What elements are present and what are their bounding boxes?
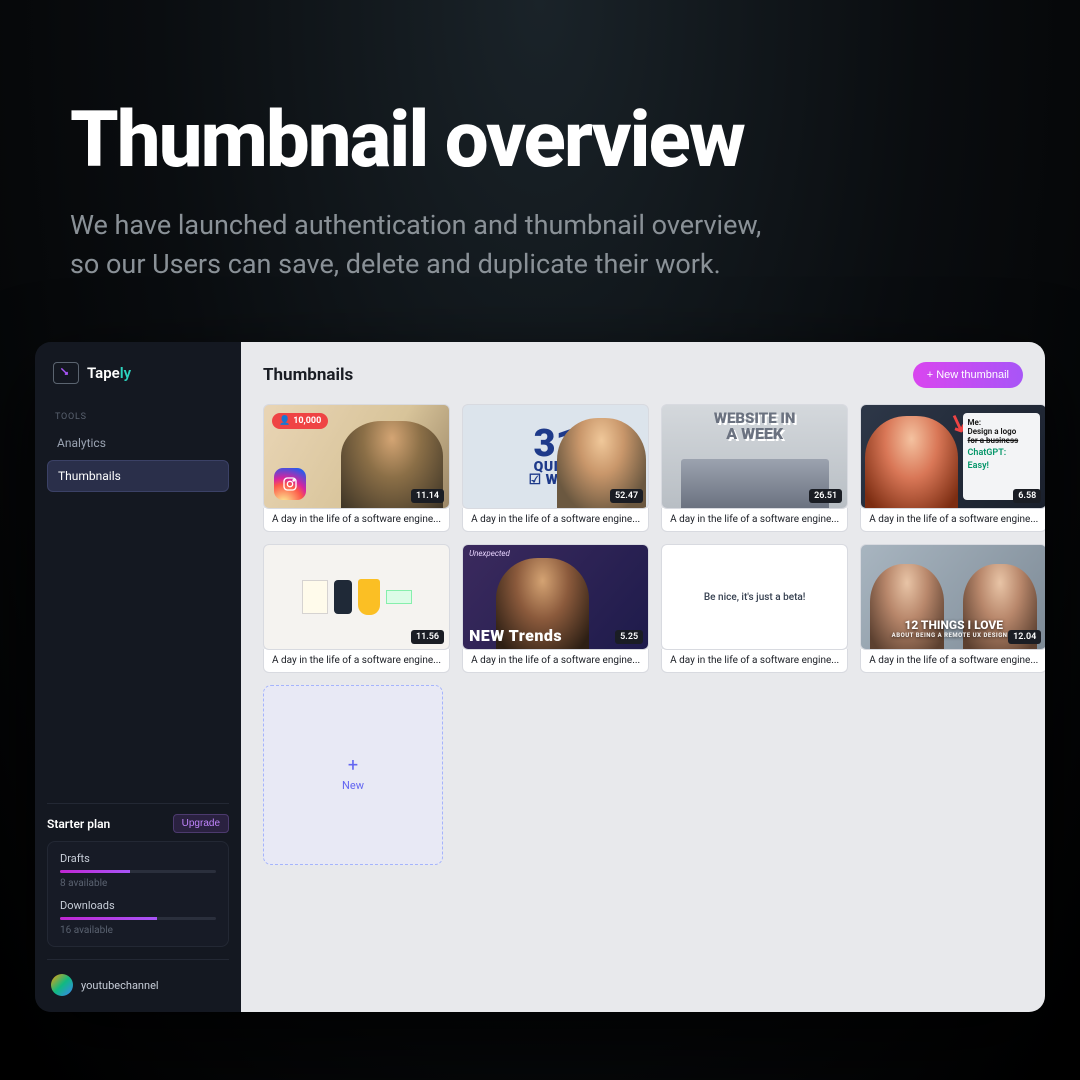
duration-badge: 12.04 — [1008, 630, 1041, 644]
thumbnail-caption: A day in the life of a software engine..… — [860, 649, 1045, 673]
nav-item-thumbnails[interactable]: Thumbnails — [47, 460, 229, 492]
app-window: Tapely TOOLS Analytics Thumbnails Starte… — [35, 342, 1045, 1012]
duration-badge: 11.14 — [411, 489, 444, 503]
thumbnail-card[interactable]: ↘ Me:Design a logofor a businessChatGPT:… — [860, 404, 1045, 532]
promo-title: Thumbnail overview — [70, 100, 1010, 182]
nav-section-label: TOOLS — [47, 402, 229, 428]
thumbnail-image: ↘ Me:Design a logofor a businessChatGPT:… — [860, 404, 1045, 509]
plus-icon: + — [348, 757, 358, 775]
thumbnail-card[interactable]: 12 THINGS I LOVEABOUT BEING A REMOTE UX … — [860, 544, 1045, 672]
thumbnail-card[interactable]: Unexpected NEW Trends 5.25 A day in the … — [462, 544, 649, 672]
brand-logo-icon — [53, 362, 79, 384]
thumbnail-caption: A day in the life of a software engine..… — [263, 649, 450, 673]
duration-badge: 52.47 — [610, 489, 643, 503]
duration-badge: 6.58 — [1013, 489, 1041, 503]
thumbnail-image: Be nice, it's just a beta! — [661, 544, 848, 649]
thumbnail-card[interactable]: WEBSITE INA WEEK 26.51 A day in the life… — [661, 404, 848, 532]
thumbnail-image: WEBSITE INA WEEK 26.51 — [661, 404, 848, 509]
plan-name: Starter plan — [47, 817, 110, 831]
thumbnail-image: 11.56 — [263, 544, 450, 649]
main-content: Thumbnails + New thumbnail 👤 10,000 11.1… — [241, 342, 1045, 1012]
meter-drafts-bar — [60, 870, 216, 873]
promo-subtitle: We have launched authentication and thum… — [70, 206, 1010, 284]
duration-badge: 26.51 — [809, 489, 842, 503]
meter-drafts-available: 8 available — [60, 878, 216, 889]
meter-downloads-available: 16 available — [60, 925, 216, 936]
duration-badge: 11.56 — [411, 630, 444, 644]
user-row[interactable]: youtubechannel — [47, 959, 229, 998]
nav-item-analytics[interactable]: Analytics — [47, 428, 229, 458]
thumbnail-caption: A day in the life of a software engine..… — [462, 508, 649, 532]
username: youtubechannel — [81, 979, 159, 992]
brand[interactable]: Tapely — [47, 358, 229, 402]
avatar — [51, 974, 73, 996]
thumbnail-card[interactable]: 11.56 A day in the life of a software en… — [263, 544, 450, 672]
page-title: Thumbnails — [263, 365, 353, 385]
follower-badge: 👤 10,000 — [272, 413, 328, 429]
thumbnail-image: 31QUICK☑ WINS 52.47 — [462, 404, 649, 509]
thumbnail-caption: A day in the life of a software engine..… — [860, 508, 1045, 532]
upgrade-button[interactable]: Upgrade — [173, 814, 229, 833]
thumbnail-card[interactable]: 👤 10,000 11.14 A day in the life of a so… — [263, 404, 450, 532]
instagram-icon — [274, 468, 306, 500]
meter-drafts-label: Drafts — [60, 852, 216, 865]
thumbnail-caption: A day in the life of a software engine..… — [462, 649, 649, 673]
sidebar: Tapely TOOLS Analytics Thumbnails Starte… — [35, 342, 241, 1012]
new-thumbnail-tile[interactable]: + New — [263, 685, 443, 865]
thumbnail-image: 12 THINGS I LOVEABOUT BEING A REMOTE UX … — [860, 544, 1045, 649]
thumbnail-card[interactable]: Be nice, it's just a beta! A day in the … — [661, 544, 848, 672]
new-tile-label: New — [342, 779, 364, 792]
thumbnail-image: Unexpected NEW Trends 5.25 — [462, 544, 649, 649]
new-thumbnail-button[interactable]: + New thumbnail — [913, 362, 1023, 388]
thumbnail-caption: A day in the life of a software engine..… — [263, 508, 450, 532]
plan-box: Starter plan Upgrade Drafts 8 available … — [47, 803, 229, 947]
thumbnail-image: 👤 10,000 11.14 — [263, 404, 450, 509]
meter-downloads-bar — [60, 917, 216, 920]
meter-downloads-label: Downloads — [60, 899, 216, 912]
brand-name: Tapely — [87, 364, 131, 382]
thumbnail-caption: A day in the life of a software engine..… — [661, 508, 848, 532]
duration-badge: 5.25 — [615, 630, 643, 644]
thumbnail-card[interactable]: 31QUICK☑ WINS 52.47 A day in the life of… — [462, 404, 649, 532]
thumbnail-caption: A day in the life of a software engine..… — [661, 649, 848, 673]
thumbnails-grid: 👤 10,000 11.14 A day in the life of a so… — [263, 404, 1023, 864]
